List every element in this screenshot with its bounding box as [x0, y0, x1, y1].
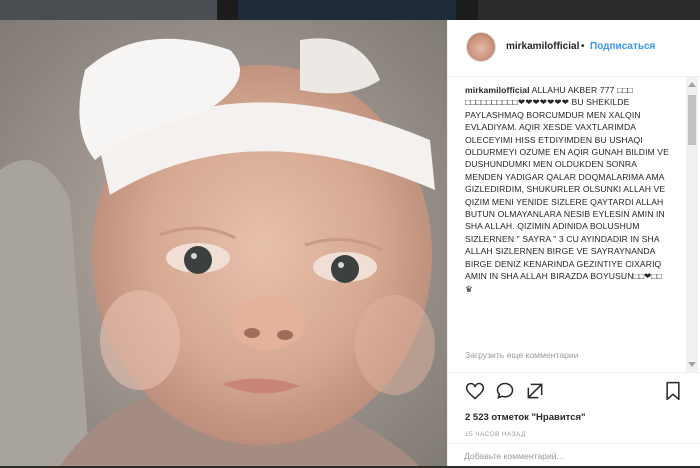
- baby-photo-illustration: [0, 20, 447, 466]
- background-thumbnail[interactable]: [478, 0, 700, 20]
- background-thumbnail[interactable]: [238, 0, 456, 20]
- header-separator: •: [581, 41, 585, 52]
- background-feed-strip: [0, 0, 700, 20]
- load-more-comments-button[interactable]: Загрузить еще комментарии: [465, 350, 579, 360]
- avatar[interactable]: [466, 32, 496, 62]
- scrollbar[interactable]: [686, 77, 698, 372]
- post-timestamp[interactable]: 15 ЧАСОВ НАЗАД: [465, 431, 526, 438]
- username-link[interactable]: mirkamilofficial: [506, 41, 579, 52]
- caption-username[interactable]: mirkamilofficial: [465, 85, 530, 95]
- bookmark-icon[interactable]: [664, 381, 682, 406]
- post-header: mirkamilofficial • Подписаться: [448, 20, 700, 77]
- heart-icon[interactable]: [465, 381, 485, 406]
- scroll-up-arrow-icon[interactable]: [688, 82, 696, 87]
- background-thumbnail[interactable]: [0, 0, 217, 20]
- comments-area[interactable]: mirkamilofficial ALLAHU AKBER 777 □□□ □□…: [448, 77, 686, 372]
- post-caption: mirkamilofficial ALLAHU AKBER 777 □□□ □□…: [465, 84, 671, 295]
- scrollbar-thumb[interactable]: [688, 95, 696, 145]
- comment-box: [448, 443, 700, 468]
- comment-input[interactable]: [464, 449, 684, 463]
- post-sidebar: mirkamilofficial • Подписаться mirkamilo…: [447, 20, 700, 466]
- scroll-down-arrow-icon[interactable]: [688, 362, 696, 367]
- comment-icon[interactable]: [495, 381, 515, 406]
- share-icon[interactable]: [525, 381, 545, 406]
- caption-text: ALLAHU AKBER 777 □□□ □□□□□□□□□□❤❤❤❤❤❤❤ B…: [465, 85, 669, 294]
- post-modal: mirkamilofficial • Подписаться mirkamilo…: [0, 20, 700, 466]
- likes-count[interactable]: 2 523 отметок "Нравится": [465, 412, 586, 423]
- post-photo[interactable]: [0, 20, 447, 466]
- post-actions: 2 523 отметок "Нравится" 15 ЧАСОВ НАЗАД: [448, 372, 700, 467]
- follow-button[interactable]: Подписаться: [590, 41, 655, 52]
